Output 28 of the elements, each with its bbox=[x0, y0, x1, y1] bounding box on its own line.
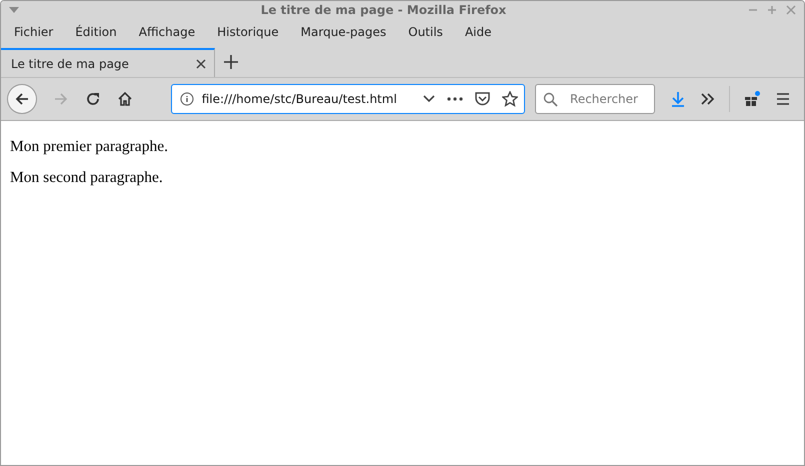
star-icon[interactable] bbox=[502, 91, 518, 107]
pocket-icon[interactable] bbox=[475, 92, 490, 106]
home-icon[interactable] bbox=[116, 91, 133, 107]
menu-item[interactable]: Aide bbox=[458, 25, 498, 39]
window-title: Le titre de ma page - Mozilla Firefox bbox=[260, 3, 508, 17]
address-bar[interactable]: file:///home/stc/Bureau/test.html bbox=[170, 84, 526, 114]
search-field[interactable]: Rechercher bbox=[535, 84, 656, 114]
search-icon bbox=[543, 92, 558, 107]
menu-item[interactable]: Historique bbox=[210, 25, 286, 39]
info-icon[interactable] bbox=[180, 92, 194, 106]
chevron-down-icon[interactable] bbox=[423, 95, 436, 103]
browser-tab[interactable]: Le titre de ma page bbox=[1, 48, 215, 77]
reload-icon[interactable] bbox=[84, 91, 101, 107]
menu-icon[interactable] bbox=[776, 93, 790, 105]
paragraph: Mon premier paragraphe. bbox=[10, 138, 169, 156]
menu-item[interactable]: Fichier bbox=[7, 25, 60, 39]
menu-item[interactable]: Marque-pages bbox=[294, 25, 394, 39]
download-icon[interactable] bbox=[671, 91, 686, 107]
menu-item[interactable]: Affichage bbox=[132, 25, 202, 39]
close-icon[interactable] bbox=[196, 58, 206, 68]
new-tab-icon[interactable] bbox=[224, 55, 238, 69]
menu-item[interactable]: Outils bbox=[401, 25, 450, 39]
paragraph: Mon second paragraphe. bbox=[10, 169, 164, 187]
back-arrow-icon bbox=[14, 91, 30, 107]
overflow-icon[interactable] bbox=[701, 93, 716, 105]
more-icon[interactable] bbox=[447, 97, 464, 101]
menu-item[interactable]: Édition bbox=[68, 25, 124, 39]
back-button[interactable] bbox=[7, 84, 37, 114]
